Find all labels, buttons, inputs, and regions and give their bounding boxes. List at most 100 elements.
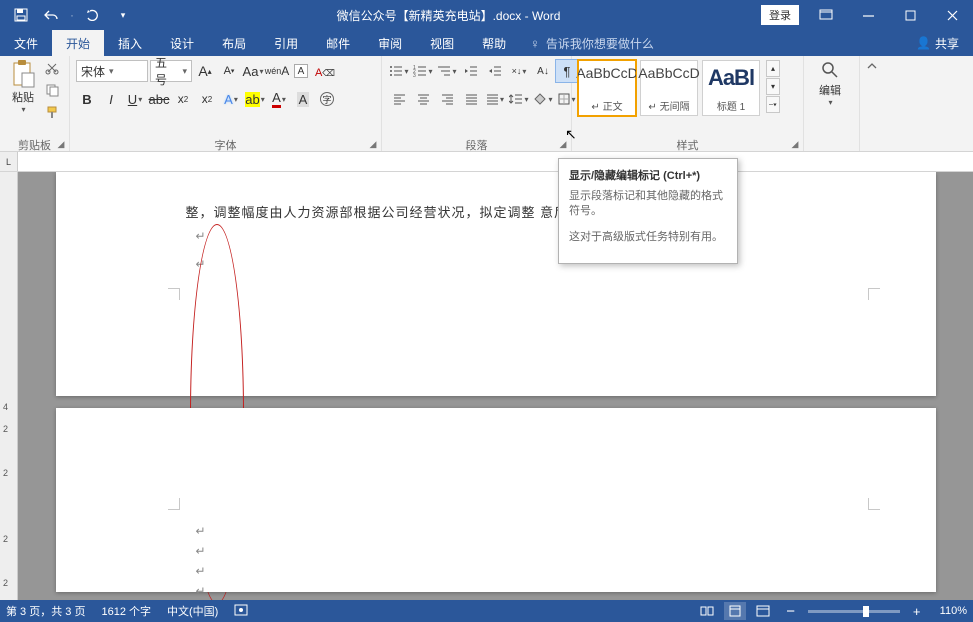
underline-button[interactable]: U▾: [124, 88, 146, 110]
styles-up[interactable]: ▴: [766, 60, 780, 77]
redo-button[interactable]: [80, 3, 106, 27]
maximize-button[interactable]: [889, 0, 931, 30]
align-left-button[interactable]: [388, 88, 410, 110]
line-spacing-button[interactable]: ▾: [508, 88, 530, 110]
align-center-button[interactable]: [412, 88, 434, 110]
tooltip: 显示/隐藏编辑标记 (Ctrl+*) 显示段落标记和其他隐藏的格式符号。 这对于…: [558, 158, 738, 264]
zoom-slider[interactable]: [808, 610, 900, 613]
decrease-indent-button[interactable]: [460, 60, 482, 82]
page[interactable]: 整，调整幅度由人力资源部根据公司经营状况，拟定调整 意后执行↵ ↵ ↵: [56, 172, 936, 396]
zoom-level[interactable]: 110%: [940, 605, 967, 617]
tab-view[interactable]: 视图: [416, 30, 468, 56]
editing-button[interactable]: 编辑 ▾: [810, 58, 850, 114]
cut-button[interactable]: [42, 58, 62, 78]
bullets-button[interactable]: ▾: [388, 60, 410, 82]
group-clipboard: 粘贴 ▾ 剪贴板 ◢: [0, 56, 70, 151]
font-name-combo[interactable]: 宋体▾: [76, 60, 148, 82]
zoom-in-button[interactable]: +: [906, 602, 928, 620]
login-button[interactable]: 登录: [761, 5, 799, 25]
undo-button[interactable]: [38, 3, 64, 27]
collapse-ribbon[interactable]: [860, 56, 884, 151]
increase-indent-button[interactable]: [484, 60, 506, 82]
styles-launcher[interactable]: ◢: [789, 138, 801, 150]
style-normal[interactable]: AaBbCcD ↵ 正文: [578, 60, 636, 116]
zoom-out-button[interactable]: −: [780, 602, 802, 620]
grow-font-button[interactable]: A▴: [194, 60, 216, 82]
font-launcher[interactable]: ◢: [367, 138, 379, 150]
char-shading-button[interactable]: A: [292, 88, 314, 110]
highlight-button[interactable]: ab▾: [244, 88, 266, 110]
tab-selector[interactable]: L: [0, 152, 18, 171]
asian-layout-button[interactable]: ×↓▾: [508, 60, 530, 82]
tab-design[interactable]: 设计: [156, 30, 208, 56]
status-bar: 第 3 页，共 3 页 1612 个字 中文(中国) − + 110%: [0, 600, 973, 622]
share-button[interactable]: 👤共享: [902, 30, 973, 56]
numbering-button[interactable]: 123▾: [412, 60, 434, 82]
subscript-button[interactable]: x2: [172, 88, 194, 110]
tab-help[interactable]: 帮助: [468, 30, 520, 56]
styles-more[interactable]: ⎯▾: [766, 96, 780, 113]
change-case-button[interactable]: Aa▾: [242, 60, 264, 82]
bold-button[interactable]: B: [76, 88, 98, 110]
paragraph-mark-icon: ↵: [196, 229, 876, 243]
tab-file[interactable]: 文件: [0, 30, 52, 56]
paragraph-mark-icon: ↵: [196, 257, 876, 271]
read-mode-button[interactable]: [696, 602, 718, 620]
document-area: 422224 整，调整幅度由人力资源部根据公司经营状况，拟定调整 意后执行↵ ↵…: [0, 172, 973, 600]
window-controls: 登录: [761, 0, 973, 30]
phonetic-button[interactable]: wénA: [266, 60, 288, 82]
document-scroll[interactable]: 整，调整幅度由人力资源部根据公司经营状况，拟定调整 意后执行↵ ↵ ↵ ↵ ↵ …: [18, 172, 973, 600]
print-layout-button[interactable]: [724, 602, 746, 620]
copy-button[interactable]: [42, 80, 62, 100]
horizontal-ruler[interactable]: L 86422468101214161820222426283032343638…: [0, 152, 973, 172]
macro-indicator[interactable]: [234, 604, 248, 619]
style-nospacing[interactable]: AaBbCcD ↵ 无间隔: [640, 60, 698, 116]
ribbon: 粘贴 ▾ 剪贴板 ◢ 宋体▾ 五号▾ A▴ A▾ Aa▾ wénA A A⌫: [0, 56, 973, 152]
align-distributed-button[interactable]: ▾: [484, 88, 506, 110]
clipboard-launcher[interactable]: ◢: [55, 138, 67, 150]
align-justify-button[interactable]: [460, 88, 482, 110]
tell-me[interactable]: ♀告诉我你想要做什么: [520, 30, 664, 56]
text-effects-button[interactable]: A▾: [220, 88, 242, 110]
tab-mailings[interactable]: 邮件: [312, 30, 364, 56]
style-heading1[interactable]: AaBl 标题 1: [702, 60, 760, 116]
enclose-char-button[interactable]: 字: [316, 88, 338, 110]
align-right-button[interactable]: [436, 88, 458, 110]
close-button[interactable]: [931, 0, 973, 30]
language-indicator[interactable]: 中文(中国): [167, 603, 218, 619]
tab-insert[interactable]: 插入: [104, 30, 156, 56]
font-size-combo[interactable]: 五号▾: [150, 60, 192, 82]
body-text[interactable]: 整，调整幅度由人力资源部根据公司经营状况，拟定调整 意后执行↵ ↵ ↵: [186, 202, 876, 271]
shrink-font-button[interactable]: A▾: [218, 60, 240, 82]
paragraph-launcher[interactable]: ◢: [557, 138, 569, 150]
font-color-button[interactable]: A▾: [268, 88, 290, 110]
italic-button[interactable]: I: [100, 88, 122, 110]
clear-formatting-button[interactable]: A⌫: [314, 60, 336, 82]
shading-button[interactable]: ▾: [532, 88, 554, 110]
title-bar: · ▾ 微信公众号【新精英充电站】.docx - Word 登录: [0, 0, 973, 30]
multilevel-list-button[interactable]: ▾: [436, 60, 458, 82]
save-button[interactable]: [8, 3, 34, 27]
format-painter-button[interactable]: [42, 102, 62, 122]
page[interactable]: ↵ ↵ ↵ ↵: [56, 408, 936, 592]
minimize-button[interactable]: [847, 0, 889, 30]
superscript-button[interactable]: x2: [196, 88, 218, 110]
ribbon-options-button[interactable]: [805, 0, 847, 30]
group-styles: AaBbCcD ↵ 正文 AaBbCcD ↵ 无间隔 AaBl 标题 1 ▴ ▾…: [572, 56, 804, 151]
styles-down[interactable]: ▾: [766, 78, 780, 95]
strikethrough-button[interactable]: abc: [148, 88, 170, 110]
tab-home[interactable]: 开始: [52, 30, 104, 56]
sort-button[interactable]: A↓: [532, 60, 554, 82]
document-title: 微信公众号【新精英充电站】.docx - Word: [136, 7, 761, 24]
char-border-button[interactable]: A: [290, 60, 312, 82]
tab-layout[interactable]: 布局: [208, 30, 260, 56]
tab-references[interactable]: 引用: [260, 30, 312, 56]
vertical-ruler[interactable]: 422224: [0, 172, 18, 600]
page-indicator[interactable]: 第 3 页，共 3 页: [6, 603, 85, 619]
web-layout-button[interactable]: [752, 602, 774, 620]
qat-customize[interactable]: ▾: [110, 3, 136, 27]
tab-review[interactable]: 审阅: [364, 30, 416, 56]
paste-button[interactable]: 粘贴 ▾: [6, 58, 40, 114]
word-count[interactable]: 1612 个字: [101, 603, 151, 619]
paragraph-mark-icon: ↵: [196, 564, 206, 578]
